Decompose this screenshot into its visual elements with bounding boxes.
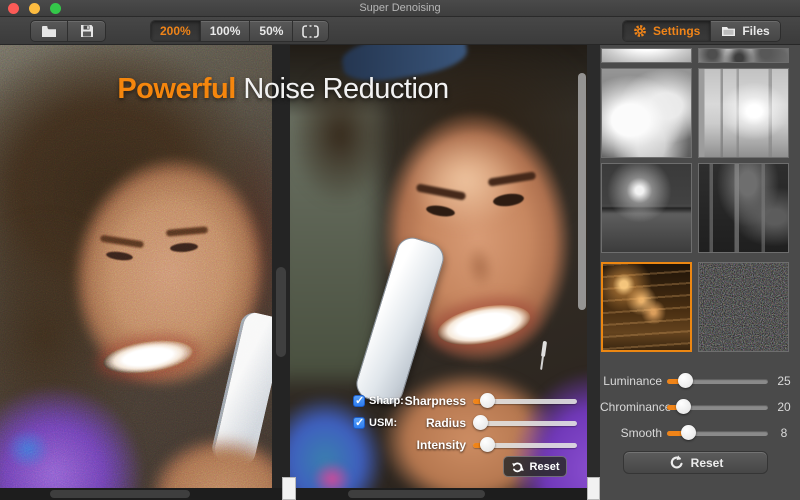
headline-highlight: Powerful <box>117 73 236 105</box>
headline: Powerful Noise Reduction <box>0 73 566 106</box>
folder-open-icon <box>42 25 56 37</box>
before-image-pane[interactable] <box>0 45 272 488</box>
chrominance-label: Chrominance <box>600 400 672 414</box>
radius-label: Radius <box>425 416 466 430</box>
thumbnail-treetops[interactable] <box>698 48 789 63</box>
preview-area: Sharp: USM: Sharpness Radius <box>0 45 600 488</box>
intensity-slider-row: Intensity <box>400 437 578 453</box>
headline-rest: Noise Reduction <box>235 73 449 105</box>
usm-checkbox[interactable] <box>353 416 365 429</box>
radius-slider-knob[interactable] <box>473 415 489 430</box>
fit-to-screen-button[interactable] <box>293 21 328 41</box>
save-icon <box>80 25 93 37</box>
sharp-checkbox-label: Sharp: <box>369 395 404 407</box>
file-button-group <box>30 20 106 42</box>
thumbnail-bright-interior[interactable] <box>698 68 789 158</box>
zoom-200-button[interactable]: 200% <box>151 21 201 41</box>
luminance-value: 25 <box>777 374 791 388</box>
before-pane-hscrollbar-thumb[interactable] <box>50 490 190 498</box>
save-file-button[interactable] <box>68 21 105 41</box>
after-pane-vertical-scrollbar[interactable] <box>578 73 586 310</box>
open-file-button[interactable] <box>31 21 69 41</box>
sharpen-reset-label: Reset <box>529 460 560 473</box>
thumbnail-color-noise[interactable] <box>698 262 789 352</box>
intensity-label: Intensity <box>416 438 466 452</box>
before-pane-hscrollbar-track[interactable] <box>0 488 283 500</box>
luminance-slider[interactable] <box>667 373 768 389</box>
zoom-50-button[interactable]: 50% <box>250 21 294 41</box>
refresh-icon <box>670 455 683 469</box>
app-window: Super Denoising 200% 100% 50% Settings F… <box>0 0 800 500</box>
color-noise-texture <box>699 263 788 351</box>
fit-screen-icon <box>302 24 320 38</box>
after-image-pane[interactable]: Sharp: USM: Sharpness Radius <box>290 45 587 488</box>
smooth-slider-row: Smooth 8 <box>600 425 800 441</box>
intensity-slider[interactable] <box>473 437 577 453</box>
hand-shape <box>148 435 272 488</box>
folder-icon <box>722 27 736 36</box>
refresh-icon <box>511 462 524 472</box>
thumbnail-night-street-lights[interactable] <box>601 262 692 352</box>
chrominance-slider-knob[interactable] <box>676 399 692 414</box>
right-drag-handle[interactable] <box>587 477 600 500</box>
sharpen-reset-button[interactable]: Reset <box>503 456 567 477</box>
smooth-value: 8 <box>780 426 788 440</box>
radius-slider-row: Radius <box>400 415 578 431</box>
title-bar: Super Denoising <box>0 0 800 17</box>
settings-sidebar: Luminance 25 Chrominance 20 Smooth 8 Res… <box>600 45 800 500</box>
thumbnail-dark-porch[interactable] <box>698 163 789 253</box>
radius-slider[interactable] <box>473 415 577 431</box>
denoise-reset-button[interactable]: Reset <box>623 451 768 474</box>
thumbnail-clouds[interactable] <box>601 68 692 158</box>
after-pane-hscrollbar-track[interactable] <box>296 488 588 500</box>
denoise-reset-label: Reset <box>690 455 724 470</box>
thumbnail-sun-rays[interactable] <box>601 48 692 63</box>
before-pane-vertical-scrollbar[interactable] <box>276 267 286 357</box>
chrominance-value: 20 <box>777 400 791 414</box>
toolbar: 200% 100% 50% Settings Files <box>0 17 800 45</box>
chrominance-slider[interactable] <box>667 399 768 415</box>
pane-divider <box>272 45 290 488</box>
zoom-100-button[interactable]: 100% <box>201 21 251 41</box>
after-pane-hscrollbar-thumb[interactable] <box>348 490 485 498</box>
window-title: Super Denoising <box>359 2 441 14</box>
gear-icon <box>634 25 646 37</box>
usm-checkbox-label: USM: <box>369 417 398 429</box>
sharpness-slider[interactable] <box>473 393 577 409</box>
sharp-checkbox-row: Sharp: <box>353 393 404 409</box>
tab-files-label: Files <box>742 24 770 38</box>
divider-drag-handle[interactable] <box>282 477 296 500</box>
usm-checkbox-row: USM: <box>353 415 397 431</box>
zoom-level-control: 200% 100% 50% <box>150 20 330 42</box>
sharpness-label: Sharpness <box>404 394 466 408</box>
sharp-checkbox[interactable] <box>353 394 365 407</box>
thumbnail-night-harbor[interactable] <box>601 163 692 253</box>
luminance-slider-knob[interactable] <box>678 373 694 388</box>
tab-files[interactable]: Files <box>711 21 779 41</box>
smooth-slider-knob[interactable] <box>681 425 697 440</box>
smooth-label: Smooth <box>620 426 662 440</box>
luminance-slider-row: Luminance 25 <box>600 373 800 389</box>
sharpness-slider-row: Sharpness <box>400 393 578 409</box>
intensity-slider-knob[interactable] <box>479 437 495 452</box>
sharpness-slider-knob[interactable] <box>479 393 495 408</box>
smooth-slider[interactable] <box>667 425 768 441</box>
chrominance-slider-row: Chrominance 20 <box>600 399 800 415</box>
sidebar-tab-bar: Settings Files <box>622 20 781 42</box>
tab-settings[interactable]: Settings <box>623 21 712 41</box>
luminance-label: Luminance <box>603 374 662 388</box>
tab-settings-label: Settings <box>653 24 701 38</box>
